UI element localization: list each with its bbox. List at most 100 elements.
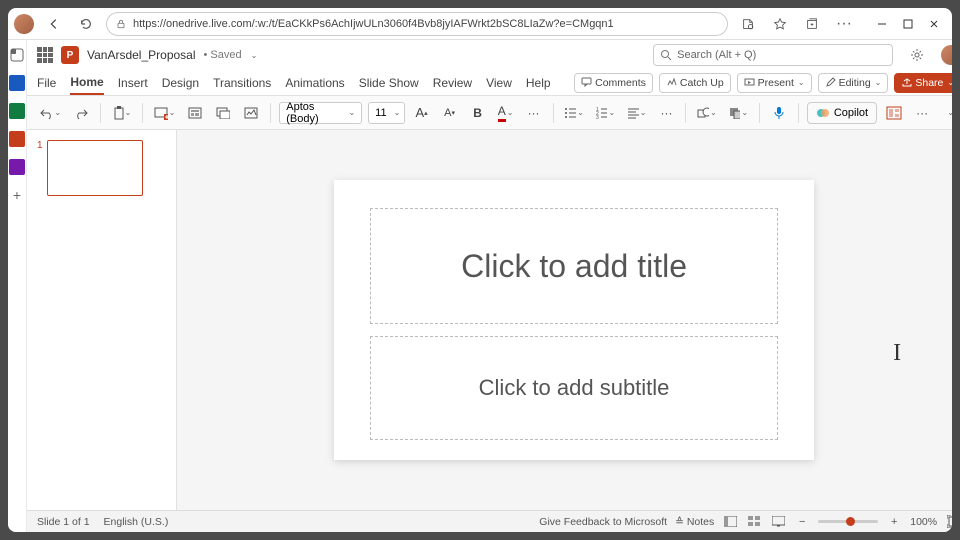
decrease-font-button[interactable]: A▾ — [439, 101, 461, 125]
ribbon-tabs: File Home Insert Design Transitions Anim… — [27, 70, 952, 96]
arrange-button[interactable]: ⌄ — [726, 101, 751, 125]
language-status[interactable]: English (U.S.) — [104, 516, 169, 528]
svg-text:3: 3 — [596, 115, 599, 119]
add-app-icon[interactable]: + — [8, 186, 26, 204]
comments-button[interactable]: Comments — [574, 73, 653, 93]
more-font-button[interactable]: ··· — [523, 101, 545, 125]
slide-counter[interactable]: Slide 1 of 1 — [37, 516, 90, 528]
tab-slideshow[interactable]: Slide Show — [359, 72, 419, 94]
reading-view-button[interactable] — [770, 514, 786, 530]
font-size-selector[interactable]: 11⌄ — [368, 102, 404, 124]
thumbnail-panel: 1 — [27, 130, 177, 510]
powerpoint-icon[interactable] — [8, 130, 26, 148]
tab-help[interactable]: Help — [526, 72, 551, 94]
zoom-in-button[interactable]: + — [886, 514, 902, 530]
tab-home[interactable]: Home — [70, 71, 103, 95]
editor-area: 1 Click to add title Click to add subtit… — [27, 130, 952, 510]
zoom-out-button[interactable]: − — [794, 514, 810, 530]
present-button[interactable]: Present⌄ — [737, 73, 812, 93]
bullets-button[interactable]: ⌄ — [561, 101, 586, 125]
slide-thumbnail[interactable] — [47, 140, 143, 196]
reuse-slides-button[interactable] — [212, 101, 234, 125]
tab-design[interactable]: Design — [162, 72, 199, 94]
save-status: • Saved — [204, 49, 242, 61]
search-placeholder: Search (Alt + Q) — [677, 49, 756, 61]
bold-button[interactable]: B — [467, 101, 489, 125]
close-button[interactable] — [922, 12, 946, 36]
profile-avatar[interactable] — [14, 14, 34, 34]
app-launcher-icon[interactable] — [37, 47, 53, 63]
main-area: + P VanArsdel_Proposal • Saved ⌄ Search … — [8, 40, 952, 532]
app-rail: + — [8, 40, 27, 532]
undo-button[interactable]: ⌄ — [37, 101, 64, 125]
numbering-button[interactable]: 123⌄ — [593, 101, 618, 125]
search-input[interactable]: Search (Alt + Q) — [653, 44, 893, 66]
status-bar: Slide 1 of 1 English (U.S.) Give Feedbac… — [27, 510, 952, 532]
search-icon — [660, 49, 672, 61]
feedback-link[interactable]: Give Feedback to Microsoft — [539, 516, 667, 528]
settings-icon[interactable] — [905, 43, 929, 67]
read-aloud-icon[interactable] — [736, 12, 760, 36]
normal-view-button[interactable] — [722, 514, 738, 530]
onenote-icon[interactable] — [8, 158, 26, 176]
title-placeholder[interactable]: Click to add title — [370, 208, 778, 324]
share-button[interactable]: Share⌄ — [894, 73, 952, 93]
tab-review[interactable]: Review — [433, 72, 472, 94]
url-text: https://onedrive.live.com/:w:/t/EaCKkPs6… — [133, 18, 614, 30]
editing-button[interactable]: Editing⌄ — [818, 73, 889, 93]
ribbon: ⌄ ⌄ ⌄ Aptos (Body)⌄ 11⌄ A▴ A▾ B A⌄ ··· ⌄ — [27, 96, 952, 130]
word-icon[interactable] — [8, 74, 26, 92]
address-bar[interactable]: https://onedrive.live.com/:w:/t/EaCKkPs6… — [106, 12, 728, 36]
tab-view[interactable]: View — [486, 72, 512, 94]
title-chevron-icon[interactable]: ⌄ — [251, 51, 258, 60]
powerpoint-logo-icon: P — [61, 46, 79, 64]
document-name[interactable]: VanArsdel_Proposal — [87, 48, 196, 62]
zoom-slider[interactable] — [818, 520, 878, 523]
copilot-button[interactable]: Copilot — [807, 102, 877, 124]
rail-tab-icon[interactable] — [8, 46, 26, 64]
tab-insert[interactable]: Insert — [118, 72, 148, 94]
subtitle-placeholder[interactable]: Click to add subtitle — [370, 336, 778, 440]
tab-animations[interactable]: Animations — [285, 72, 344, 94]
app-content: P VanArsdel_Proposal • Saved ⌄ Search (A… — [27, 40, 952, 532]
more-para-button[interactable]: ··· — [655, 101, 677, 125]
increase-font-button[interactable]: A▴ — [411, 101, 433, 125]
app-window: https://onedrive.live.com/:w:/t/EaCKkPs6… — [8, 8, 952, 532]
sorter-view-button[interactable] — [746, 514, 762, 530]
tab-transitions[interactable]: Transitions — [213, 72, 271, 94]
slide-canvas[interactable]: Click to add title Click to add subtitle… — [177, 130, 952, 510]
shapes-button[interactable]: ⌄ — [694, 101, 719, 125]
back-button[interactable] — [42, 12, 66, 36]
zoom-level[interactable]: 100% — [910, 516, 937, 528]
font-color-button[interactable]: A⌄ — [495, 101, 517, 125]
maximize-button[interactable] — [896, 12, 920, 36]
layout-button[interactable] — [184, 101, 206, 125]
slide: Click to add title Click to add subtitle — [334, 180, 814, 460]
collapse-ribbon-button[interactable]: ⌄ — [939, 101, 952, 125]
align-button[interactable]: ⌄ — [624, 101, 649, 125]
thumbnail-number: 1 — [37, 140, 43, 196]
more-icon[interactable]: ··· — [832, 12, 856, 36]
ribbon-more-button[interactable]: ··· — [911, 101, 933, 125]
designer-pane-button[interactable] — [883, 101, 905, 125]
minimize-button[interactable] — [870, 12, 894, 36]
dictate-button[interactable] — [768, 101, 790, 125]
notes-button[interactable]: ≙ Notes — [675, 516, 714, 528]
designer-button[interactable] — [240, 101, 262, 125]
paste-button[interactable]: ⌄ — [109, 101, 134, 125]
redo-button[interactable] — [70, 101, 92, 125]
collections-icon[interactable] — [800, 12, 824, 36]
copilot-icon — [816, 106, 830, 120]
browser-bar: https://onedrive.live.com/:w:/t/EaCKkPs6… — [8, 8, 952, 40]
user-avatar[interactable] — [941, 45, 952, 65]
font-selector[interactable]: Aptos (Body)⌄ — [279, 102, 362, 124]
new-slide-button[interactable]: ⌄ — [151, 101, 178, 125]
excel-icon[interactable] — [8, 102, 26, 120]
text-cursor-icon: I — [893, 340, 901, 367]
refresh-button[interactable] — [74, 12, 98, 36]
favorites-icon[interactable] — [768, 12, 792, 36]
catchup-button[interactable]: Catch Up — [659, 73, 731, 93]
fit-button[interactable] — [945, 514, 952, 530]
tab-file[interactable]: File — [37, 72, 56, 94]
title-bar: P VanArsdel_Proposal • Saved ⌄ Search (A… — [27, 40, 952, 70]
